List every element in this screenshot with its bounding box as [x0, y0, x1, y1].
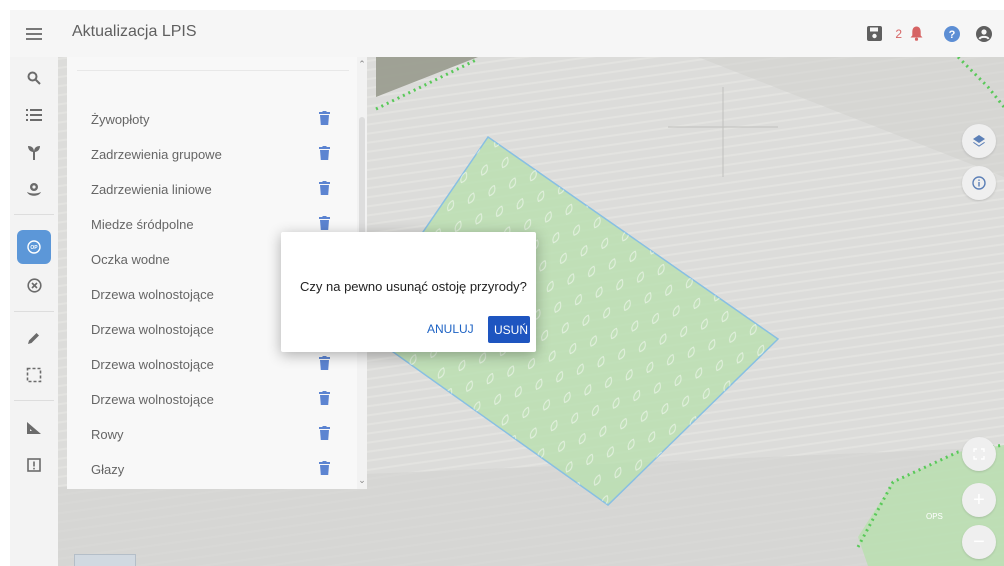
app-frame: OPS Żywopłoty Zadrzewienia grupowe Zadrzew… — [10, 10, 1004, 566]
cancel-button[interactable]: ANULUJ — [427, 322, 474, 336]
dialog-message: Czy na pewno usunąć ostoję przyrody? — [300, 279, 527, 294]
confirm-delete-dialog: Czy na pewno usunąć ostoję przyrody? ANU… — [281, 232, 536, 352]
delete-button[interactable]: USUŃ — [488, 316, 530, 343]
